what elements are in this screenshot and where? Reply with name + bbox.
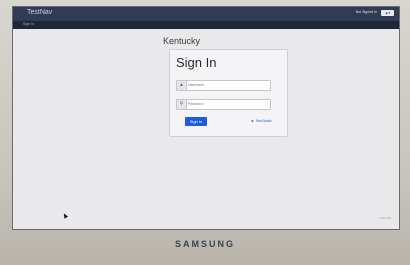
screen: TestNav Not Signed In ▲▾ Sign In Kentuck…	[12, 6, 400, 230]
state-name: Kentucky	[163, 36, 201, 46]
top-header: TestNav Not Signed In ▲▾	[13, 7, 399, 21]
brand-logo: SAMSUNG	[174, 239, 235, 249]
sign-in-title: Sign In	[176, 55, 217, 70]
password-field[interactable]: ⚲	[176, 99, 271, 110]
username-field[interactable]: ▲	[176, 80, 271, 91]
sign-in-status: Not Signed In	[355, 10, 377, 14]
test-audio-link[interactable]: ►Test Audio	[251, 119, 272, 123]
sub-navigation: Sign In	[13, 21, 399, 29]
monitor: TestNav Not Signed In ▲▾ Sign In Kentuck…	[0, 0, 410, 265]
test-audio-label: Test Audio	[255, 119, 272, 123]
speaker-icon: ►	[251, 119, 255, 123]
username-input[interactable]	[188, 82, 266, 88]
user-icon: ▲	[177, 81, 187, 90]
key-icon: ⚲	[177, 100, 187, 109]
subnav-sign-in-link[interactable]: Sign In	[23, 22, 34, 26]
sign-in-button[interactable]: Sign In	[185, 117, 207, 126]
password-input[interactable]	[188, 101, 266, 107]
user-menu-button[interactable]: ▲▾	[381, 10, 394, 16]
version-label: 2.11.0.0	[380, 216, 391, 220]
app-title: TestNav	[27, 9, 53, 16]
sign-in-card: Sign In ▲ ⚲ Sign In ►Test Audio	[169, 49, 288, 137]
cursor-icon	[62, 212, 68, 219]
